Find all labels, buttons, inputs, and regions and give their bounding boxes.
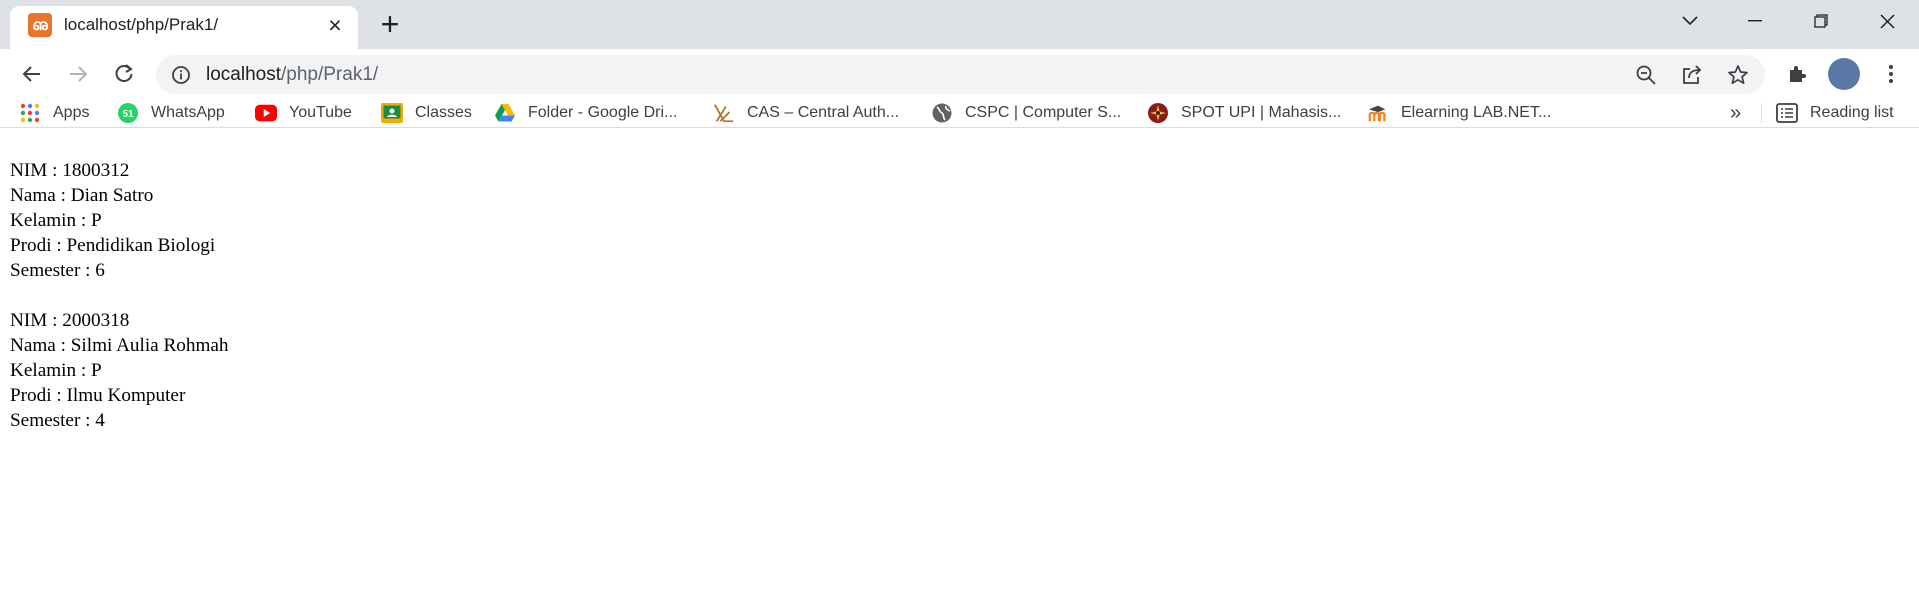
bookmark-label: Apps [53, 104, 90, 121]
bookmark-cas[interactable]: CAS – Central Auth... [713, 99, 899, 127]
google-drive-icon [494, 102, 516, 124]
zoom-out-icon[interactable] [1634, 63, 1658, 87]
bookmark-label: CAS – Central Auth... [747, 104, 900, 121]
semester-line: Semester : 6 [10, 260, 105, 281]
reading-list-button[interactable]: Reading list [1776, 99, 1894, 127]
bookmark-classes[interactable]: Classes [381, 99, 472, 127]
svg-text:51: 51 [122, 109, 134, 120]
kelamin-line: Kelamin : P [10, 360, 102, 381]
address-bar[interactable]: localhost/php/Prak1/ [156, 55, 1765, 94]
bookmark-label: Folder - Google Dri... [528, 104, 678, 121]
back-icon[interactable] [12, 54, 52, 94]
page-content: NIM : 1800312 Nama : Dian Satro Kelamin … [10, 158, 229, 458]
upi-icon [1147, 102, 1169, 124]
title-bar: ഌ localhost/php/Prak1/ × + [0, 0, 1919, 49]
moodle-icon [1367, 102, 1389, 124]
bookmark-cspc[interactable]: CSPC | Computer S... [931, 99, 1121, 127]
cas-icon [713, 102, 735, 124]
bookmarks-overflow-icon[interactable]: » [1730, 99, 1741, 127]
close-tab-icon[interactable]: × [322, 12, 348, 38]
browser-toolbar: localhost/php/Prak1/ [0, 49, 1919, 99]
bookmark-star-icon[interactable] [1726, 63, 1750, 87]
bookmark-label: CSPC | Computer S... [965, 104, 1122, 121]
restore-icon[interactable] [1789, 0, 1853, 42]
more-menu-icon[interactable] [1871, 54, 1911, 94]
globe-icon [931, 102, 953, 124]
tab-title: localhost/php/Prak1/ [64, 15, 219, 34]
bookmark-label: SPOT UPI | Mahasis... [1181, 104, 1342, 121]
bookmark-elearning[interactable]: Elearning LAB.NET... [1367, 99, 1551, 127]
profile-avatar[interactable] [1824, 54, 1864, 94]
apps-grid-icon [19, 102, 41, 124]
url-host: localhost [206, 64, 281, 85]
close-window-icon[interactable] [1855, 0, 1919, 42]
reading-list-label: Reading list [1810, 104, 1894, 121]
new-tab-button[interactable]: + [374, 8, 406, 40]
bookmark-label: Elearning LAB.NET... [1401, 104, 1552, 121]
prodi-line: Prodi : Ilmu Komputer [10, 385, 186, 406]
bookmark-label: WhatsApp [151, 104, 225, 121]
minimize-icon[interactable] [1723, 0, 1787, 42]
nim-line: NIM : 2000318 [10, 310, 130, 331]
reload-icon[interactable] [104, 54, 144, 94]
avatar [1828, 58, 1860, 90]
nama-line: Nama : Dian Satro [10, 185, 154, 206]
url-text[interactable]: localhost/php/Prak1/ [206, 64, 378, 86]
url-path: /php/Prak1/ [281, 64, 379, 85]
share-icon[interactable] [1680, 63, 1704, 87]
semester-line: Semester : 4 [10, 410, 105, 431]
divider [1761, 103, 1762, 123]
google-classroom-icon [381, 102, 403, 124]
extensions-icon[interactable] [1777, 54, 1817, 94]
nama-line: Nama : Silmi Aulia Rohmah [10, 335, 229, 356]
bookmark-whatsapp[interactable]: 51 WhatsApp [117, 99, 225, 127]
bookmark-youtube[interactable]: YouTube [255, 99, 352, 127]
browser-tab[interactable]: ഌ localhost/php/Prak1/ × [10, 6, 358, 49]
tab-search-icon[interactable] [1658, 0, 1722, 42]
bookmark-label: YouTube [289, 104, 352, 121]
prodi-line: Prodi : Pendidikan Biologi [10, 235, 216, 256]
student-record: NIM : 2000318 Nama : Silmi Aulia Rohmah … [10, 308, 229, 433]
nim-line: NIM : 1800312 [10, 160, 130, 181]
bookmark-google-drive[interactable]: Folder - Google Dri... [494, 99, 677, 127]
bookmark-apps[interactable]: Apps [19, 99, 89, 127]
youtube-icon [255, 102, 277, 124]
forward-icon[interactable] [58, 54, 98, 94]
xampp-icon: ഌ [28, 13, 52, 37]
reading-list-icon [1776, 102, 1798, 124]
student-record: NIM : 1800312 Nama : Dian Satro Kelamin … [10, 158, 229, 283]
bookmark-spot-upi[interactable]: SPOT UPI | Mahasis... [1147, 99, 1341, 127]
whatsapp-icon: 51 [117, 102, 139, 124]
bookmarks-bar: Apps 51 WhatsApp YouTube Classes Folder … [0, 99, 1919, 128]
bookmark-label: Classes [415, 104, 472, 121]
kelamin-line: Kelamin : P [10, 210, 102, 231]
site-info-icon[interactable] [170, 64, 192, 86]
